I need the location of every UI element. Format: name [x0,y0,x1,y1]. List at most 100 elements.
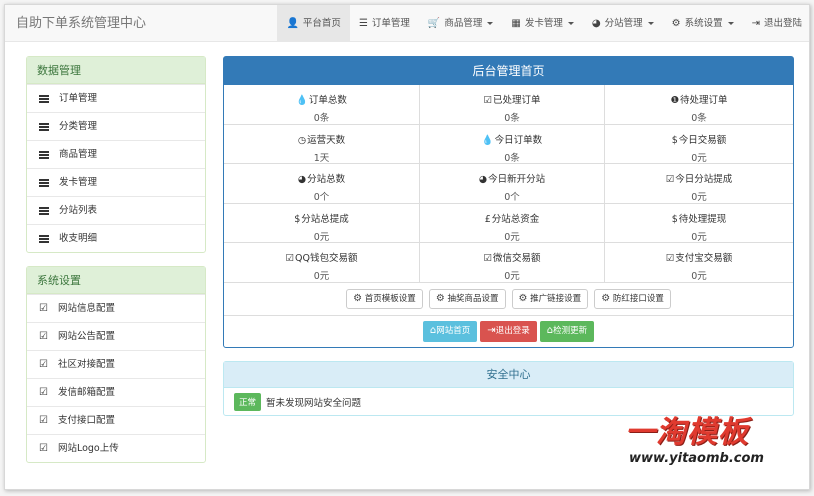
stat-label: 💧订单总数 [296,95,347,106]
stat-label: $今日交易额 [671,134,727,146]
stat-label: $待处理提现 [671,213,727,225]
sidebar-item-mail[interactable]: ☑ 发信邮箱配置 [27,378,205,406]
sidebar-item-logo-upload[interactable]: ☑ 网站Logo上传 [27,434,205,462]
stat-cell: ◷运营天数 1天 [224,124,420,164]
nav-label: 发卡管理 [524,18,563,29]
stat-value: 0条 [691,113,707,124]
promo-link-settings-button[interactable]: ⚙ 推广链接设置 [511,288,589,309]
stat-label: ◷运营天数 [297,134,346,146]
nav-item-products[interactable]: 🛒 商品管理 [419,5,502,42]
edit-icon: ☑ [39,386,48,398]
template-settings-button[interactable]: ⚙ 首页模板设置 [346,288,423,309]
security-message: 暂未发现网站安全问题 [266,398,362,409]
security-title: 安全中心 [224,362,793,388]
check-update-button[interactable]: ⌂检测更新 [539,321,595,342]
sidebar-item-substation-list[interactable]: 分站列表 [27,196,205,224]
stat-label: ❶待处理订单 [670,95,728,106]
nav-item-cards[interactable]: ▦ 发卡管理 [502,5,582,42]
main-nav: 👤 平台首页 ☰ 订单管理 🛒 商品管理 ▦ 发卡管理 ◕ 分站管理 ⚙ 系统设… [277,5,809,42]
stat-cell: ❶待处理订单 0条 [605,85,793,125]
logout-button[interactable]: ⇥退出登录 [480,321,537,342]
sidebar-item-label: 网站信息配置 [57,302,115,314]
stats-grid: 💧订单总数 0条 ☑已处理订单 0条 ❶待处理订单 0条 ◷运营天数 1天 💧今日订单数 0条 $今… [224,85,793,283]
stat-icon: $ [671,134,678,146]
stat-icon: 💧 [481,134,494,146]
gear-icon: ⚙ [671,17,681,29]
stat-cell: ☑今日分站提成 0元 [605,164,793,204]
edit-icon: ☑ [39,302,48,314]
edit-icon: ☑ [39,330,48,342]
stat-icon: 💧 [296,95,308,106]
sidebar-item-products[interactable]: 商品管理 [27,140,205,168]
stat-icon: ☑ [483,95,492,106]
sidebar-item-community[interactable]: ☑ 社区对接配置 [27,350,205,378]
list-icon [39,122,49,131]
stat-cell: ☑微信交易额 0元 [420,243,605,283]
list-icon [39,150,49,159]
sidebar-item-label: 网站Logo上传 [57,442,119,454]
sidebar-item-site-info[interactable]: ☑ 网站信息配置 [27,294,205,322]
nav-item-orders[interactable]: ☰ 订单管理 [350,5,419,42]
sidebar-item-payment[interactable]: ☑ 支付接口配置 [27,406,205,434]
stat-value: 0个 [504,192,520,203]
action-button-row: ⌂网站首页 ⇥退出登录 ⌂检测更新 [224,316,793,348]
cart-icon: 🛒 [427,17,441,29]
watermark: 一淘模板 www.yitaomb.com [625,417,775,473]
sidebar-item-label: 支付接口配置 [57,414,115,426]
stat-icon: ◕ [297,174,307,185]
nav-label: 分站管理 [604,18,643,29]
stat-icon: ☑ [483,253,492,264]
list-icon [39,206,49,215]
stat-cell: $分站总提成 0元 [224,203,420,243]
caret-down-icon [727,22,734,25]
nav-item-substations[interactable]: ◕ 分站管理 [583,5,663,42]
stat-value: 0个 [313,192,330,203]
nav-item-settings[interactable]: ⚙ 系统设置 [663,5,743,42]
stat-label: ☑今日分站提成 [665,174,733,185]
stat-label: ☑支付宝交易额 [665,253,733,264]
nav-label: 订单管理 [371,18,410,29]
stat-value: 0元 [691,192,707,203]
data-management-title: 数据管理 [27,57,205,84]
caret-down-icon [487,22,494,25]
stat-value: 1天 [313,152,330,164]
watermark-logo: 一淘模板 [625,415,749,450]
logout-icon: ⇥ [487,325,496,336]
caret-down-icon [647,22,654,25]
stat-label: £分站总资金 [484,213,540,225]
sidebar-item-finance[interactable]: 收支明细 [27,224,205,252]
sidebar-item-categories[interactable]: 分类管理 [27,112,205,140]
sidebar-item-label: 社区对接配置 [57,358,115,370]
sidebar-item-announcement[interactable]: ☑ 网站公告配置 [27,322,205,350]
security-panel: 安全中心 正常 暂未发现网站安全问题 [223,361,794,416]
nav-item-logout[interactable]: ⇥ 退出登陆 [743,5,809,42]
list-icon: ☰ [358,17,368,29]
nav-item-home[interactable]: 👤 平台首页 [277,5,350,42]
sidebar-item-orders[interactable]: 订单管理 [27,84,205,112]
sidebar-item-label: 订单管理 [59,92,98,104]
stat-label: ☑QQ钱包交易额 [285,253,358,264]
stat-icon: $ [294,213,301,225]
caret-down-icon [567,22,574,25]
edit-icon: ☑ [39,442,48,454]
stat-value: 0元 [504,231,520,243]
sidebar-item-cards[interactable]: 发卡管理 [27,168,205,196]
app-window: 自助下单系统管理中心 👤 平台首页 ☰ 订单管理 🛒 商品管理 ▦ 发卡管理 ◕ [4,4,810,490]
stat-cell: $待处理提现 0元 [605,204,793,243]
anti-block-settings-button[interactable]: ⚙ 防红接口设置 [594,288,671,309]
grid-icon: ▦ [511,17,521,29]
stat-icon: ❶ [670,95,679,106]
edit-icon: ☑ [39,414,48,426]
stat-value: 0元 [313,231,330,243]
brand-title[interactable]: 自助下单系统管理中心 [16,5,146,42]
nav-label: 系统设置 [684,18,723,29]
nav-label: 退出登陆 [763,18,802,29]
stat-cell: ◕今日新开分站 0个 [420,164,605,204]
list-icon [39,234,49,243]
lottery-settings-button[interactable]: ⚙ 抽奖商品设置 [428,288,506,309]
sidebar-item-label: 分站列表 [59,204,98,216]
stat-label: ◕分站总数 [297,174,346,185]
sidebar-item-label: 收支明细 [59,232,98,244]
site-home-button[interactable]: ⌂网站首页 [422,321,478,342]
list-icon [39,178,49,187]
